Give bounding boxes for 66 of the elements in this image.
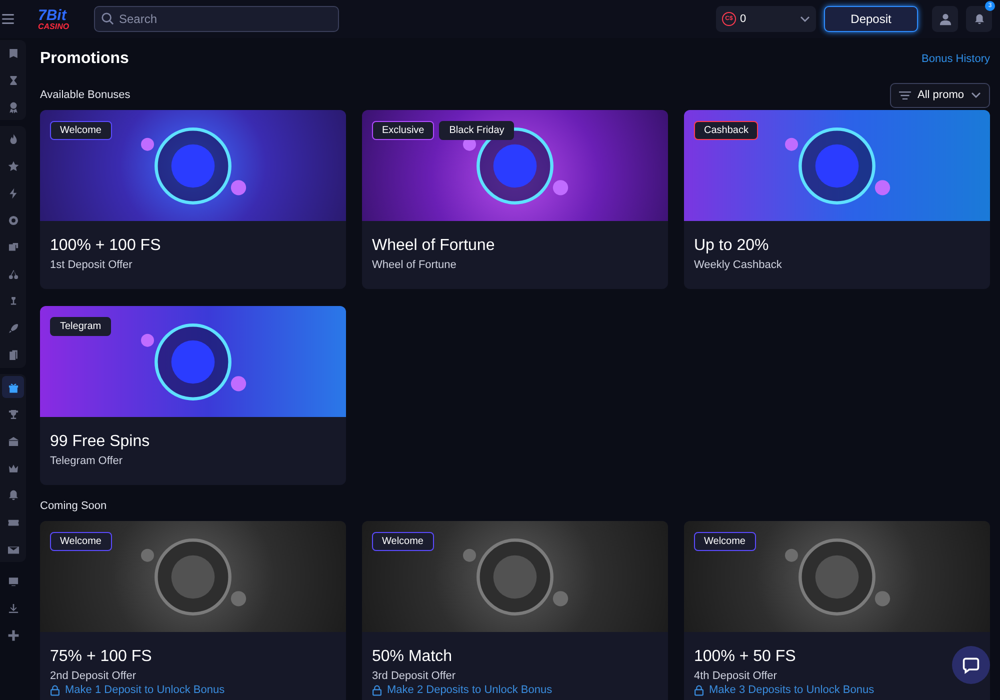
promo-title: 100% + 100 FS [50,237,161,255]
bell-icon [972,12,986,26]
promo-subtitle: 1st Deposit Offer [50,259,132,271]
section-title: Coming Soon [40,500,107,512]
unlock-link[interactable]: Make 1 Deposit to Unlock Bonus [65,684,225,696]
deposit-button[interactable]: Deposit [824,6,918,32]
promo-subtitle: Wheel of Fortune [372,259,456,271]
promo-card[interactable]: Cashback Up to 20% Weekly Cashback [684,110,990,289]
logo-subtext: CASINO [38,22,70,30]
lock-icon [694,684,704,696]
promo-title: Up to 20% [694,237,769,255]
promo-tag: Cashback [694,121,758,140]
promo-title: 100% + 50 FS [694,648,796,666]
trophy-icon [6,408,20,420]
target-icon [6,214,20,226]
promo-tag: Telegram [50,317,112,336]
building-icon [6,434,20,448]
cards-icon [6,348,20,362]
page-title: Promotions [40,50,129,68]
chevron-icon [971,92,981,98]
search-field[interactable]: Search [94,6,339,32]
promo-card[interactable]: Welcome 50% Match 3rd Deposit Offer Make 2 Deposits to Unlock Bonus [362,521,668,700]
cherries-icon [6,268,20,280]
section-title: Available Bonuses [40,89,130,101]
notifications-button[interactable] [966,6,992,32]
promo-subtitle: Weekly Cashback [694,259,782,271]
book-icon [6,46,20,60]
sidebar-item[interactable] [2,376,24,398]
profile-button[interactable] [932,6,958,32]
promo-tag: Welcome [694,532,756,551]
promo-card[interactable]: Welcome 100% + 100 FS 1st Deposit Offer [40,110,346,289]
star-icon [6,160,20,172]
promo-tag: Welcome [50,121,112,140]
promo-card[interactable]: Welcome 100% + 50 FS 4th Deposit Offer Make 3 Deposits to Unlock Bonus [684,521,990,700]
chevron-icon [800,16,810,22]
filter-icon [898,90,911,100]
menu-icon[interactable] [2,14,14,24]
bell-icon [6,488,20,502]
promo-tag: Exclusive [372,121,434,140]
promo-subtitle: 4th Deposit Offer [694,670,777,682]
lock-icon [50,684,60,696]
chat-icon [962,656,980,674]
promo-subtitle: 3rd Deposit Offer [372,670,456,682]
medal-icon [6,100,20,114]
promo-title: Wheel of Fortune [372,237,495,255]
bonus-history-link[interactable]: Bonus History [922,53,990,65]
search-icon [101,12,114,25]
promo-tag: Welcome [372,532,434,551]
download-icon [6,602,20,614]
unlock-link[interactable]: Make 2 Deposits to Unlock Bonus [387,684,552,696]
promo-card[interactable]: Telegram 99 Free Spins Telegram Offer [40,306,346,485]
logo-text[interactable]: 7Bit [38,8,82,22]
screen-icon [6,574,20,588]
promo-subtitle: Telegram Offer [50,455,123,467]
promo-title: 99 Free Spins [50,433,150,451]
promo-card[interactable]: Exclusive Black Friday Wheel of Fortune Wheel of Fortune [362,110,668,289]
promo-tag: Welcome [50,532,112,551]
promo-subtitle: 2nd Deposit Offer [50,670,136,682]
promo-title: 50% Match [372,648,452,666]
promo-card[interactable]: Welcome 75% + 100 FS 2nd Deposit Offer Make 1 Deposit to Unlock Bonus [40,521,346,700]
unlock-link[interactable]: Make 3 Deposits to Unlock Bonus [709,684,874,696]
promo-title: 75% + 100 FS [50,648,152,666]
filter-dropdown[interactable]: All promo [890,82,990,108]
promo-tag: Black Friday [439,121,514,140]
user-icon [938,12,952,26]
lock-icon [372,684,382,696]
